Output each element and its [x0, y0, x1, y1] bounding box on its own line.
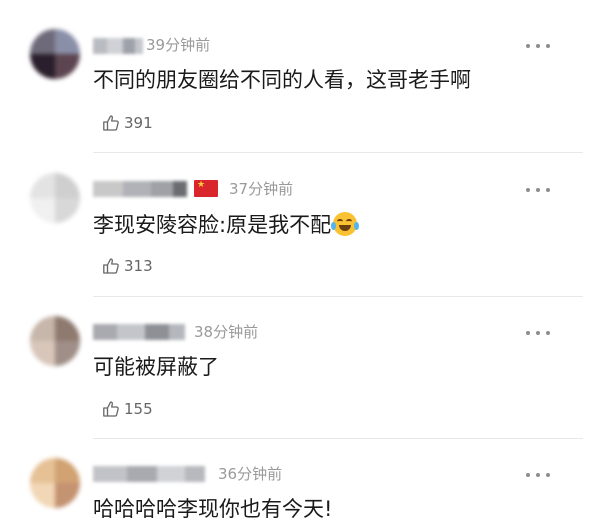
username-segment [151, 181, 173, 197]
username-segment [117, 324, 145, 340]
tears-of-joy-emoji [331, 212, 360, 236]
divider [93, 152, 583, 153]
like-count: 313 [124, 257, 153, 275]
more-options-icon[interactable] [525, 185, 551, 195]
username-blurred[interactable] [93, 321, 185, 343]
avatar-pixel [30, 316, 55, 341]
like-button[interactable]: 313 [101, 254, 153, 278]
avatar-pixel [55, 458, 80, 483]
more-options-icon[interactable] [525, 328, 551, 338]
avatar-pixel [30, 54, 55, 79]
comment-text-content: 李现安陵容脸:原是我不配 [93, 213, 332, 237]
like-count: 155 [124, 400, 153, 418]
avatar-pixel [30, 458, 55, 483]
username-segment [157, 466, 185, 482]
thumbs-up-icon [103, 115, 119, 131]
username-blurred[interactable] [93, 178, 187, 200]
username-blurred[interactable] [93, 463, 205, 485]
avatar-pixel [30, 483, 55, 508]
avatar-pixel [55, 54, 80, 79]
comment-text: 李现安陵容脸:原是我不配 [93, 210, 360, 240]
username-segment [93, 324, 117, 340]
username-blurred[interactable] [93, 35, 143, 57]
thumbs-up-icon [103, 401, 119, 417]
like-count: 391 [124, 114, 153, 132]
avatar-pixel [55, 173, 80, 198]
username-segment [93, 466, 127, 482]
username-segment [127, 466, 157, 482]
username-segment [135, 38, 143, 54]
more-options-icon[interactable] [525, 41, 551, 51]
more-options-icon[interactable] [525, 470, 551, 480]
china-flag-icon: ★ [194, 180, 218, 197]
like-button[interactable]: 391 [101, 111, 153, 135]
avatar[interactable] [30, 29, 80, 79]
divider [93, 438, 583, 439]
comment-text: 不同的朋友圈给不同的人看，这哥老手啊 [93, 68, 471, 92]
username-segment [93, 38, 107, 54]
avatar-pixel [55, 316, 80, 341]
username-segment [107, 38, 123, 54]
comment-time: 36分钟前 [218, 465, 283, 483]
username-segment [169, 324, 185, 340]
avatar-pixel [55, 341, 80, 366]
avatar-pixel [55, 198, 80, 223]
comment-text: 哈哈哈哈李现你也有今天! [93, 497, 333, 521]
avatar-pixel [30, 173, 55, 198]
avatar[interactable] [30, 173, 80, 223]
avatar-pixel [55, 483, 80, 508]
avatar-pixel [30, 198, 55, 223]
comment-time: 38分钟前 [194, 323, 259, 341]
avatar-pixel [30, 29, 55, 54]
avatar-pixel [30, 341, 55, 366]
username-segment [185, 466, 205, 482]
avatar-pixel [55, 29, 80, 54]
comment-time: 39分钟前 [146, 36, 211, 54]
divider [93, 296, 583, 297]
username-segment [93, 181, 123, 197]
username-segment [173, 181, 187, 197]
username-segment [123, 181, 151, 197]
username-segment [145, 324, 169, 340]
comment-text: 可能被屏蔽了 [93, 355, 219, 379]
username-segment [123, 38, 135, 54]
comment-time: 37分钟前 [229, 180, 294, 198]
thumbs-up-icon [103, 258, 119, 274]
avatar[interactable] [30, 316, 80, 366]
avatar[interactable] [30, 458, 80, 508]
like-button[interactable]: 155 [101, 397, 153, 421]
